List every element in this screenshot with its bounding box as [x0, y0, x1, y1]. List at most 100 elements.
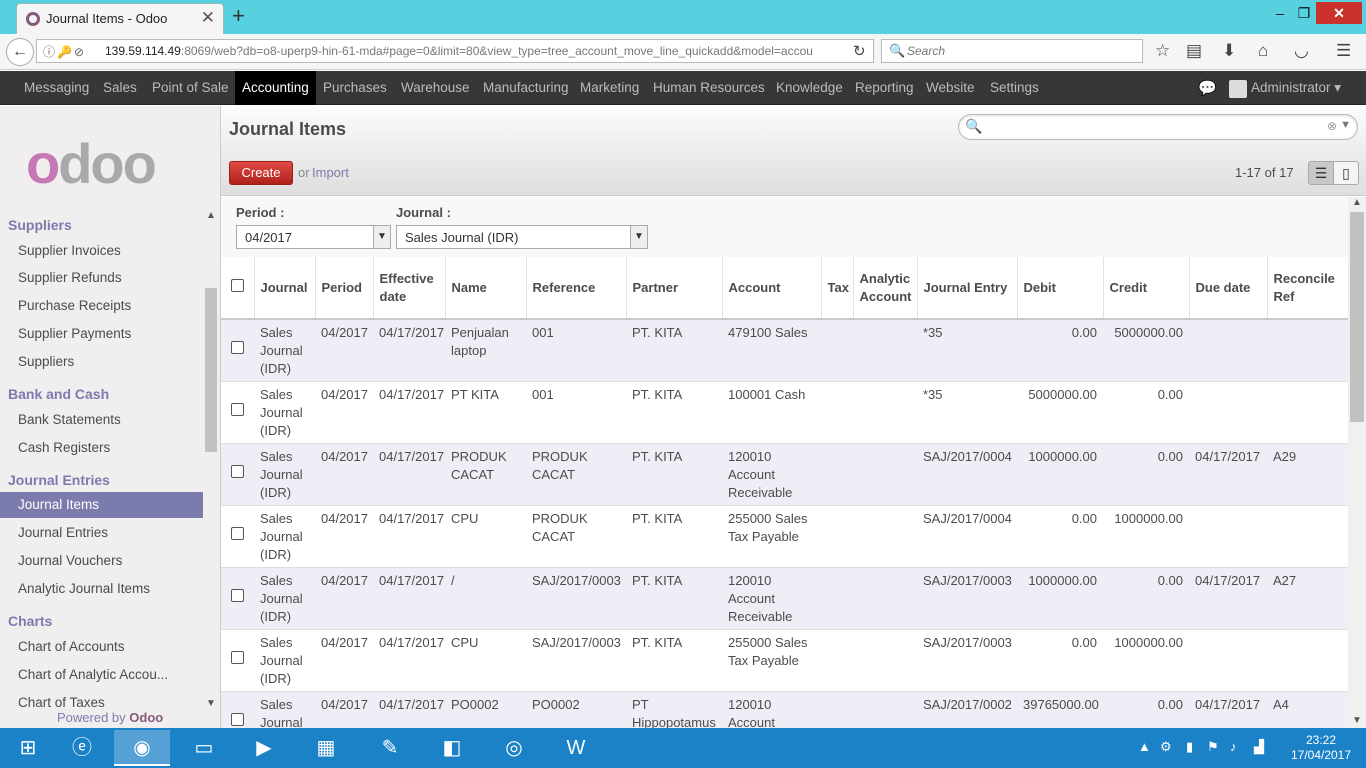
table-cell[interactable]: 0.00	[1103, 691, 1189, 728]
home-icon[interactable]: ⌂	[1258, 41, 1268, 61]
sidebar-item-suppliers[interactable]: Suppliers	[0, 349, 203, 375]
table-cell[interactable]: SAJ/2017/0002	[917, 691, 1017, 728]
powered-by-brand[interactable]: Odoo	[129, 710, 163, 725]
table-cell[interactable]: PRODUK CACAT	[526, 505, 626, 568]
url-bar[interactable]: ⓘ🔑⊘ 139.59.114.49:8069/web?db=o8-uperp9-…	[36, 39, 874, 63]
menu-knowledge[interactable]: Knowledge	[776, 71, 843, 105]
table-cell[interactable]: 0.00	[1103, 443, 1189, 506]
sidebar-scrollbar[interactable]: ▲ ▼	[204, 210, 218, 709]
table-cell[interactable]: CPU	[445, 505, 526, 568]
site-info-icon[interactable]: ⓘ🔑⊘	[43, 43, 86, 60]
table-cell[interactable]: A27	[1267, 567, 1348, 630]
table-cell[interactable]: 5000000.00	[1103, 319, 1189, 382]
new-tab-icon[interactable]: +	[232, 3, 245, 29]
table-cell[interactable]: 04/2017	[315, 443, 373, 506]
sidebar-item-supplier-invoices[interactable]: Supplier Invoices	[0, 238, 203, 264]
menu-warehouse[interactable]: Warehouse	[401, 71, 470, 105]
row-checkbox[interactable]	[231, 341, 244, 355]
table-cell[interactable]	[821, 629, 853, 692]
browser-tab[interactable]: Journal Items - Odoo ✕	[16, 3, 224, 34]
firefox-icon[interactable]: ◉	[114, 730, 170, 766]
table-cell[interactable]: 04/17/2017	[373, 691, 445, 728]
row-checkbox[interactable]	[231, 713, 244, 726]
row-select-cell[interactable]	[221, 629, 254, 692]
table-cell[interactable]	[853, 691, 917, 728]
table-cell[interactable]: 0.00	[1103, 567, 1189, 630]
table-cell[interactable]: 0.00	[1103, 381, 1189, 444]
calendar-app-icon[interactable]: ▦	[298, 730, 354, 766]
table-cell[interactable]: 120010 Account Receivable	[722, 691, 821, 728]
row-checkbox[interactable]	[231, 465, 244, 478]
table-cell[interactable]	[853, 319, 917, 382]
internet-explorer-icon[interactable]: ⓔ	[54, 730, 110, 766]
table-cell[interactable]	[821, 505, 853, 568]
sidebar-item-journal-entries[interactable]: Journal Entries	[0, 520, 203, 546]
scroll-up-icon[interactable]: ▲	[1352, 197, 1362, 208]
list-view-button[interactable]: ☰	[1308, 161, 1334, 185]
table-cell[interactable]: 04/17/2017	[373, 567, 445, 630]
tray-settings-icon[interactable]: ⚙	[1160, 739, 1172, 755]
row-checkbox[interactable]	[231, 527, 244, 540]
menu-point-of-sale[interactable]: Point of Sale	[152, 71, 229, 105]
table-cell[interactable]: PT KITA	[445, 381, 526, 444]
column-header[interactable]: Partner	[626, 257, 723, 320]
table-cell[interactable]: 1000000.00	[1103, 505, 1189, 568]
row-select-cell[interactable]	[221, 319, 254, 382]
table-row[interactable]: Sales Journal (IDR) 04/2017 04/17/2017 CPU P…	[221, 505, 1348, 568]
table-cell[interactable]: 1000000.00	[1017, 443, 1103, 506]
column-header[interactable]: Reconcile Ref	[1267, 257, 1348, 320]
table-cell[interactable]: CPU	[445, 629, 526, 692]
sidebar-item-bank-statements[interactable]: Bank Statements	[0, 407, 203, 433]
scroll-down-icon[interactable]: ▼	[1352, 715, 1362, 726]
table-cell[interactable]: 0.00	[1017, 319, 1103, 382]
table-row[interactable]: Sales Journal (IDR) 04/2017 04/17/2017 PROD…	[221, 443, 1348, 506]
table-cell[interactable]: SAJ/2017/0003	[917, 629, 1017, 692]
column-header[interactable]: Journal Entry	[917, 257, 1018, 320]
menu-accounting[interactable]: Accounting	[235, 71, 316, 105]
column-header[interactable]: Journal	[254, 257, 316, 320]
tab-close-icon[interactable]: ✕	[201, 8, 215, 28]
form-view-button[interactable]: ▯	[1333, 161, 1359, 185]
table-cell[interactable]: 255000 Sales Tax Payable	[722, 505, 821, 568]
table-row[interactable]: Sales Journal (IDR) 04/2017 04/17/2017 PT K…	[221, 381, 1348, 444]
table-cell[interactable]: PT. KITA	[626, 567, 722, 630]
table-cell[interactable]: PO0002	[526, 691, 626, 728]
media-player-icon[interactable]: ▶	[236, 730, 292, 766]
sidebar-item-analytic-journal-items[interactable]: Analytic Journal Items	[0, 576, 203, 602]
menu-marketing[interactable]: Marketing	[580, 71, 639, 105]
table-cell[interactable]: 04/17/2017	[373, 505, 445, 568]
table-cell[interactable]	[853, 505, 917, 568]
sidebar-scroll-thumb[interactable]	[205, 288, 217, 452]
sidebar-item-journal-items[interactable]: Journal Items	[0, 492, 203, 518]
table-cell[interactable]: 04/17/2017	[1189, 567, 1267, 630]
table-cell[interactable]: 04/17/2017	[373, 319, 445, 382]
menu-purchases[interactable]: Purchases	[323, 71, 387, 105]
row-select-cell[interactable]	[221, 567, 254, 630]
column-header[interactable]: Period	[315, 257, 374, 320]
word-icon[interactable]: W	[548, 730, 604, 766]
table-cell[interactable]: 479100 Sales	[722, 319, 821, 382]
row-select-cell[interactable]	[221, 381, 254, 444]
table-cell[interactable]: PO0002	[445, 691, 526, 728]
table-row[interactable]: Sales Journal (IDR) 04/2017 04/17/2017 CPU S…	[221, 629, 1348, 692]
import-link[interactable]: Import	[312, 165, 349, 180]
table-cell[interactable]: 120010 Account Receivable	[722, 443, 821, 506]
table-cell[interactable]: Penjualan laptop	[445, 319, 526, 382]
table-cell[interactable]: PT. KITA	[626, 505, 722, 568]
row-select-cell[interactable]	[221, 443, 254, 506]
sidebar-item-journal-vouchers[interactable]: Journal Vouchers	[0, 548, 203, 574]
table-cell[interactable]: 04/2017	[315, 381, 373, 444]
odoo-logo[interactable]: odoo	[26, 136, 157, 192]
main-scrollbar[interactable]: ▲ ▼	[1348, 197, 1366, 728]
network-icon[interactable]: ▟	[1254, 739, 1264, 755]
table-cell[interactable]: 120010 Account Receivable	[722, 567, 821, 630]
table-cell[interactable]: PT. KITA	[626, 319, 722, 382]
row-select-cell[interactable]	[221, 691, 254, 728]
window-close-icon[interactable]: ✕	[1316, 2, 1362, 24]
search-options-icon[interactable]: ▼	[1340, 119, 1351, 131]
table-cell[interactable]: Sales Journal (IDR)	[254, 319, 315, 382]
table-cell[interactable]: *35	[917, 381, 1017, 444]
table-cell[interactable]: 0.00	[1017, 505, 1103, 568]
table-cell[interactable]: Sales Journal (IDR)	[254, 691, 315, 728]
table-cell[interactable]: 5000000.00	[1017, 381, 1103, 444]
